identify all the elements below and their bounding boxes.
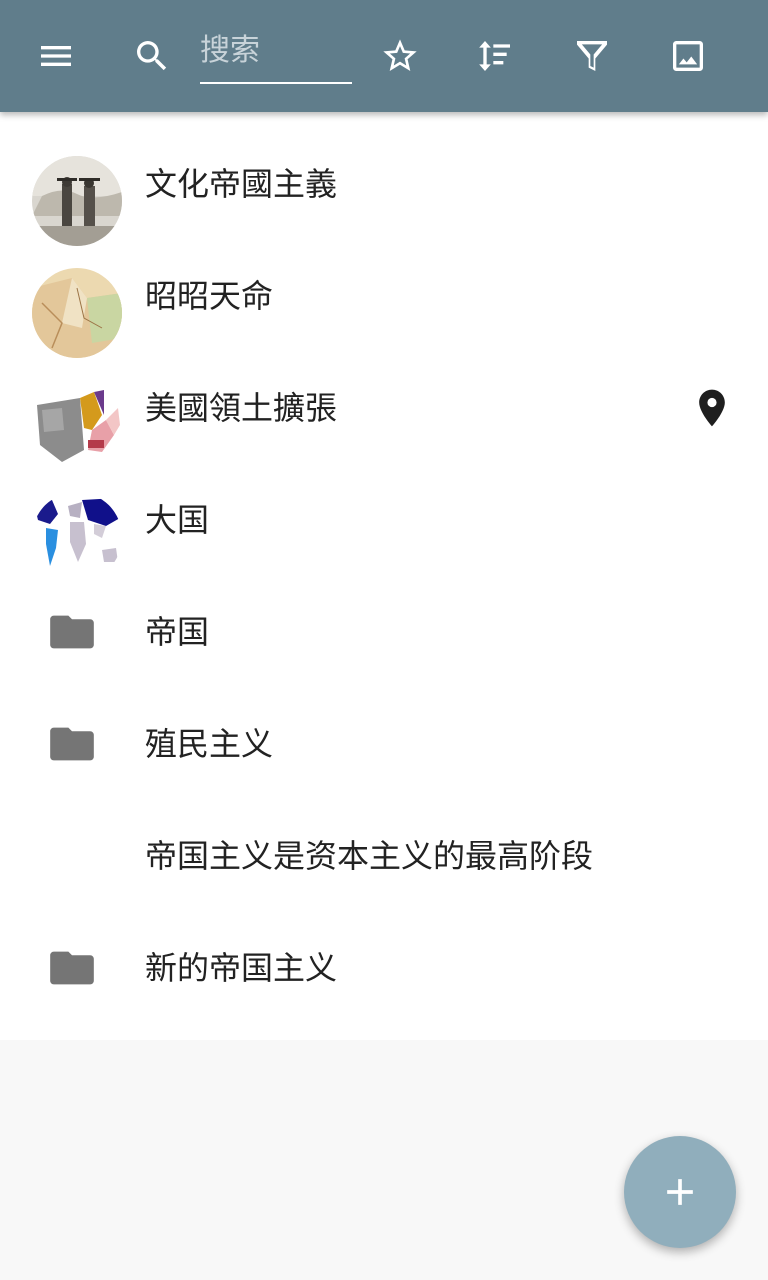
list-item[interactable]: 殖民主义	[0, 688, 768, 800]
filter-icon[interactable]	[568, 32, 616, 80]
item-list: 文化帝國主義 昭昭天命 美國領土擴張 大国 帝国 殖民主义 帝国主义是资本主义的…	[0, 112, 768, 1040]
add-button[interactable]	[624, 1136, 736, 1248]
item-label: 文化帝國主義	[145, 165, 338, 203]
folder-icon	[50, 724, 94, 764]
thumbnail-engraving	[32, 156, 122, 246]
item-label: 帝国主义是资本主义的最高阶段	[145, 837, 594, 875]
map-pin-icon[interactable]	[690, 386, 734, 430]
search-icon[interactable]	[128, 32, 176, 80]
item-label: 美國領土擴張	[145, 389, 338, 427]
plus-icon	[667, 1179, 693, 1205]
folder-icon	[50, 948, 94, 988]
list-item[interactable]: 文化帝國主義	[0, 128, 768, 246]
star-outline-icon[interactable]	[376, 32, 424, 80]
item-label: 新的帝国主义	[145, 949, 338, 987]
search-input[interactable]	[200, 20, 352, 80]
item-label: 帝国	[145, 613, 210, 651]
folder-icon	[50, 612, 94, 652]
search-field[interactable]	[200, 20, 352, 84]
thumbnail-old-map	[32, 268, 122, 358]
sort-icon[interactable]	[471, 32, 519, 80]
list-item[interactable]: 昭昭天命	[0, 240, 768, 358]
thumbnail-world-map	[32, 492, 122, 582]
list-item[interactable]: 美國領土擴張	[0, 352, 768, 470]
image-icon[interactable]	[664, 32, 712, 80]
app-toolbar	[0, 0, 768, 112]
list-item[interactable]: 帝国	[0, 576, 768, 688]
item-label: 殖民主义	[145, 725, 274, 763]
list-item[interactable]: 帝国主义是资本主义的最高阶段	[0, 800, 768, 912]
thumbnail-us-map	[32, 380, 122, 470]
item-label: 大国	[145, 501, 210, 539]
menu-icon[interactable]	[32, 32, 80, 80]
item-label: 昭昭天命	[145, 277, 274, 315]
list-item[interactable]: 新的帝国主义	[0, 912, 768, 1024]
list-item[interactable]: 大国	[0, 464, 768, 582]
